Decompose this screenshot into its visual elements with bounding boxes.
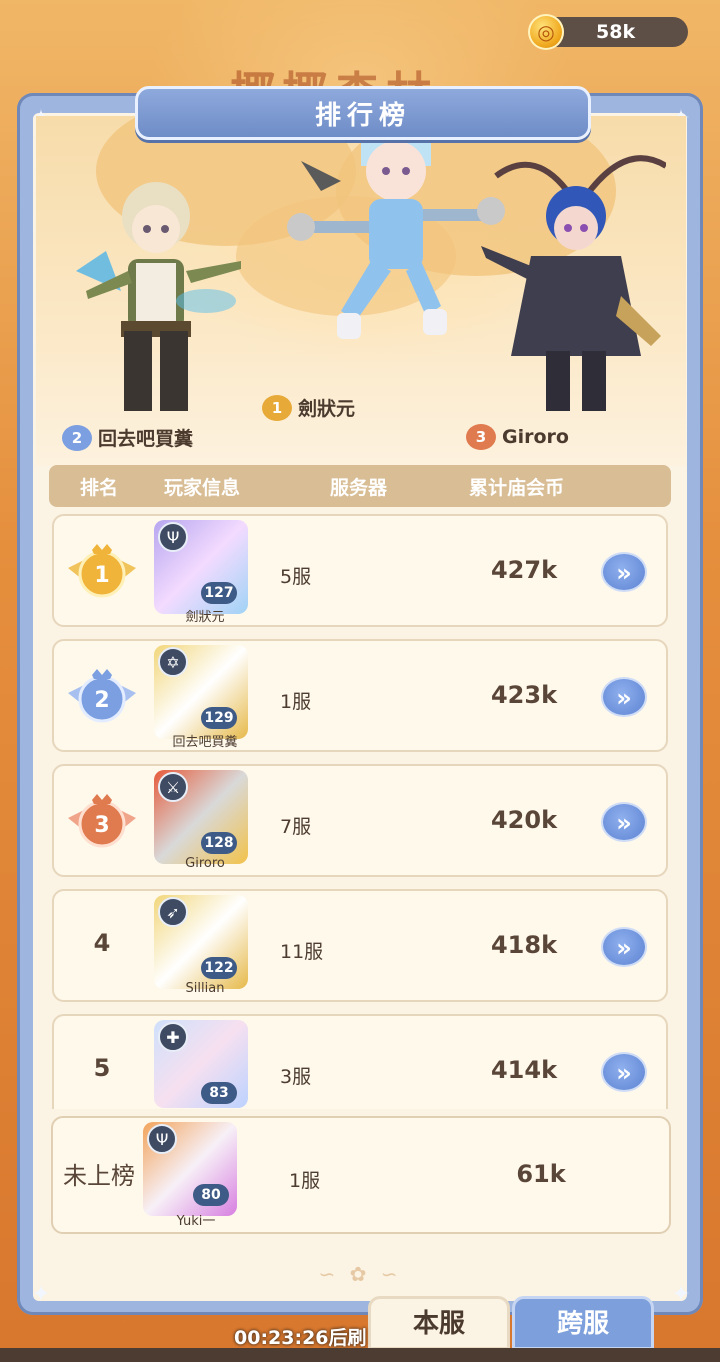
view-details-button[interactable]: » [601,677,647,717]
header-rank: 排名 [80,477,119,499]
header-server: 服务器 [330,477,388,499]
table-header: 排名 玩家信息 服务器 累计庙会币 [49,465,671,507]
trident-class-icon: Ψ [158,522,188,552]
bronze-medal-icon: 3 [68,794,136,848]
panel-title: 排行榜 [314,101,411,131]
podium-character-3[interactable] [476,146,666,426]
panel-title-banner: 排行榜 [135,86,591,140]
player-name: 回去吧買糞 [172,735,238,750]
level-badge: 122 [201,957,237,979]
podium-label-2: 2 回去吧買糞 [62,424,193,451]
tab-cross-server[interactable]: 跨服 [512,1296,654,1350]
my-player-name: Yuki一 [176,1214,216,1229]
server-label: 5服 [280,566,312,588]
coin-total: 418k [490,931,558,959]
server-label: 11服 [280,941,324,963]
header-player: 玩家信息 [164,477,241,499]
bow-class-icon: ➶ [158,897,188,927]
table-row[interactable]: 1 Ψ 127 劍狀元 5服 427k » [52,514,668,627]
table-row[interactable]: 4 ➶ 122 Sillian 11服 418k » [52,889,668,1002]
currency-value: 58k [596,21,636,43]
coin-total: 427k [490,556,558,584]
rank-2-small-medal-icon: 2 [62,424,92,451]
player-name: Sillian [185,981,225,996]
podium-label-1: 1 劍狀元 [262,394,355,421]
podium-label-3: 3 Giroro [466,424,569,450]
my-ranking-row: 未上榜 Ψ 80 Yuki一 1服 61k [51,1116,671,1234]
silver-medal-icon: 2 [68,669,136,723]
star-class-icon: ✡ [158,647,188,677]
view-details-button[interactable]: » [601,1052,647,1092]
svg-text:1: 1 [94,563,109,588]
corner-ornament-icon: ✦ [31,1282,51,1307]
rank-1-small-medal-icon: 1 [262,394,292,421]
level-badge: 129 [201,707,237,729]
svg-text:3: 3 [94,813,109,838]
player-name: 劍狀元 [185,610,225,625]
view-details-button[interactable]: » [601,927,647,967]
server-label: 1服 [280,691,312,713]
view-details-button[interactable]: » [601,802,647,842]
coin-total: 414k [490,1056,558,1084]
table-row[interactable]: 5 ✚ 83 3服 414k » [52,1014,668,1109]
svg-text:2: 2 [94,688,109,713]
panel-footer-ornament-icon: ∽ ✿ ∽ [318,1262,402,1286]
sword-class-icon: ⚔ [158,772,188,802]
server-label: 3服 [280,1066,312,1088]
level-badge: 83 [201,1082,237,1104]
level-badge: 128 [201,832,237,854]
podium-name-3: Giroro [502,426,569,448]
my-coin-total: 61k [516,1160,566,1188]
level-badge: 127 [201,582,237,604]
header-coins: 累计庙会币 [469,477,565,499]
table-row[interactable]: 2 ✡ 129 回去吧買糞 1服 423k » [52,639,668,752]
podium-character-2[interactable] [66,171,256,421]
coin-total: 423k [490,681,558,709]
server-label: 7服 [280,816,312,838]
my-rank: 未上榜 [63,1162,135,1190]
tab-local-server[interactable]: 本服 [368,1296,510,1350]
bottom-strip [0,1348,720,1362]
podium-name-1: 劍狀元 [298,398,356,420]
cross-class-icon: ✚ [158,1022,188,1052]
currency-display: ◎ 58k [528,14,688,50]
rank-number: 4 [93,929,111,957]
table-row[interactable]: 3 ⚔ 128 Giroro 7服 420k » [52,764,668,877]
podium-name-2: 回去吧買糞 [98,428,194,450]
view-details-button[interactable]: » [601,552,647,592]
my-server: 1服 [289,1170,321,1192]
trident-class-icon: Ψ [147,1124,177,1154]
rank-3-small-medal-icon: 3 [466,424,496,450]
podium-stage [36,116,686,466]
rank-number: 5 [93,1054,111,1082]
player-name: Giroro [185,856,225,871]
coin-icon: ◎ [528,14,564,50]
refresh-timer: 00:23:26后刷 [234,1327,367,1349]
coin-total: 420k [490,806,558,834]
corner-ornament-icon: ✦ [671,1282,691,1307]
gold-medal-icon: 1 [68,544,136,598]
my-level-badge: 80 [193,1184,229,1206]
